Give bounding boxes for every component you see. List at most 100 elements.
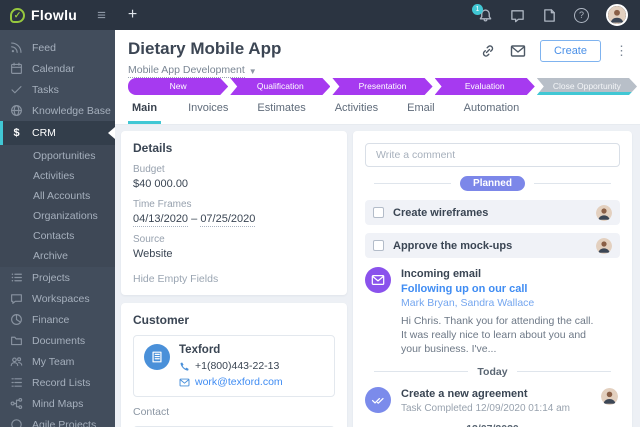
sidebar-item-opportunities[interactable]: Opportunities: [0, 146, 115, 166]
sidebar-item-tasks[interactable]: Tasks: [0, 79, 115, 100]
sidebar-item-label: Organizations: [33, 210, 98, 222]
topbar: ✓ Flowlu ≡ + 1 ?: [0, 0, 640, 30]
source-value[interactable]: Website: [133, 248, 335, 260]
email-recipients[interactable]: Mark Bryan, Sandra Wallace: [401, 297, 620, 309]
sidebar-item-documents[interactable]: Documents: [0, 330, 115, 351]
assignee-avatar: [596, 238, 612, 254]
menu-toggle-icon[interactable]: ≡: [97, 7, 106, 24]
user-avatar[interactable]: [606, 4, 628, 26]
sidebar-item-label: Agile Projects: [32, 419, 96, 427]
sidebar-item-crm[interactable]: $ CRM: [0, 121, 115, 145]
company-phone-row: +1(800)443-22-13: [179, 360, 283, 372]
sidebar-item-my-team[interactable]: My Team: [0, 351, 115, 372]
flowlu-logo-icon: ✓: [10, 8, 25, 23]
planned-badge: Planned: [460, 176, 525, 191]
sales-pipeline: New Qualification Presentation Evaluatio…: [128, 78, 637, 95]
help-icon[interactable]: ?: [574, 8, 589, 23]
email-type-label: Incoming email: [401, 267, 620, 280]
sidebar-item-label: Archive: [33, 250, 68, 262]
messenger-icon[interactable]: [510, 8, 525, 23]
email-feed-item: Incoming email Following up on our call …: [365, 267, 620, 357]
tab-activities[interactable]: Activities: [333, 97, 380, 124]
tab-email[interactable]: Email: [405, 97, 437, 124]
sidebar-item-record-lists[interactable]: Record Lists: [0, 372, 115, 393]
email-icon: [179, 377, 190, 388]
end-date[interactable]: 07/25/2020: [200, 213, 255, 227]
task-title: Approve the mock-ups: [393, 240, 587, 252]
sidebar-item-workspaces[interactable]: Workspaces: [0, 288, 115, 309]
sidebar-item-label: Opportunities: [33, 150, 95, 162]
sidebar-item-agile-projects[interactable]: Agile Projects: [0, 414, 115, 427]
start-date[interactable]: 04/13/2020: [133, 213, 188, 227]
task-feed-item: Create a new agreement Task Completed 12…: [365, 387, 620, 414]
sidebar-item-calendar[interactable]: Calendar: [0, 58, 115, 79]
quick-add-button[interactable]: +: [128, 6, 137, 24]
sidebar: Feed Calendar Tasks Knowledge Base $CRM …: [0, 30, 115, 427]
pipeline-selector-label: Mobile App Development: [128, 64, 245, 78]
flowlu-logo[interactable]: ✓ Flowlu: [10, 7, 77, 23]
customer-card: Customer Texford +1(800)443-22-13 work@t…: [121, 303, 347, 427]
sidebar-item-finance[interactable]: Finance: [0, 309, 115, 330]
send-email-icon[interactable]: [510, 43, 526, 59]
company-phone[interactable]: +1(800)443-22-13: [195, 360, 279, 372]
date-divider: 12/07/2020: [365, 423, 620, 427]
dollar-icon: $: [10, 127, 23, 139]
sidebar-item-label: All Accounts: [33, 190, 90, 202]
comment-input[interactable]: [365, 143, 620, 167]
tab-automation[interactable]: Automation: [462, 97, 522, 124]
documents-icon[interactable]: [542, 8, 557, 23]
company-name[interactable]: Texford: [179, 344, 283, 356]
sidebar-item-archive[interactable]: Archive: [0, 246, 115, 266]
tab-invoices[interactable]: Invoices: [186, 97, 230, 124]
sidebar-item-label: Tasks: [32, 84, 59, 96]
stage-new[interactable]: New: [128, 78, 228, 95]
sidebar-item-contacts[interactable]: Contacts: [0, 226, 115, 246]
stage-presentation[interactable]: Presentation: [332, 78, 432, 95]
actor-avatar: [601, 388, 618, 405]
sidebar-item-mind-maps[interactable]: Mind Maps: [0, 393, 115, 414]
today-divider: Today: [365, 366, 620, 378]
task-link[interactable]: Create a new agreement: [401, 388, 528, 400]
flowlu-logo-text: Flowlu: [31, 7, 77, 23]
planned-task-row[interactable]: Create wireframes: [365, 200, 620, 225]
task-checkbox[interactable]: [373, 240, 384, 251]
task-checkbox[interactable]: [373, 207, 384, 218]
pipeline-selector[interactable]: Mobile App Development ▼: [128, 64, 257, 78]
sidebar-item-organizations[interactable]: Organizations: [0, 206, 115, 226]
company-email[interactable]: work@texford.com: [195, 376, 283, 388]
stage-close-opportunity[interactable]: Close Opportunity: [537, 78, 637, 95]
sidebar-item-label: CRM: [32, 127, 56, 139]
budget-value[interactable]: $40 000.00: [133, 178, 335, 190]
sidebar-item-label: Activities: [33, 170, 74, 182]
create-button[interactable]: Create: [540, 40, 601, 62]
copy-link-icon[interactable]: [480, 43, 496, 59]
chevron-down-icon: ▼: [249, 67, 257, 76]
contact-section-label: Contact: [133, 406, 335, 418]
budget-label: Budget: [133, 164, 335, 175]
sidebar-item-all-accounts[interactable]: All Accounts: [0, 186, 115, 206]
planned-task-row[interactable]: Approve the mock-ups: [365, 233, 620, 258]
timeframes-label: Time Frames: [133, 199, 335, 210]
hide-empty-fields-link[interactable]: Hide Empty Fields: [133, 273, 335, 285]
tab-main[interactable]: Main: [128, 97, 161, 124]
sidebar-item-label: Workspaces: [32, 293, 90, 305]
sidebar-item-projects[interactable]: Projects: [0, 267, 115, 288]
sidebar-item-knowledge-base[interactable]: Knowledge Base: [0, 100, 115, 121]
email-subject-link[interactable]: Following up on our call: [401, 283, 528, 295]
notifications-bell-icon[interactable]: 1: [478, 8, 493, 23]
company-item[interactable]: Texford +1(800)443-22-13 work@texford.co…: [133, 335, 335, 397]
stage-qualification[interactable]: Qualification: [230, 78, 330, 95]
sidebar-item-feed[interactable]: Feed: [0, 37, 115, 58]
timeframes-value: 04/13/2020 – 07/25/2020: [133, 213, 335, 225]
tab-estimates[interactable]: Estimates: [255, 97, 307, 124]
sidebar-item-label: My Team: [32, 356, 74, 368]
customer-title: Customer: [133, 313, 335, 327]
company-email-row: work@texford.com: [179, 376, 283, 388]
sidebar-item-activities[interactable]: Activities: [0, 166, 115, 186]
more-options-icon[interactable]: ⋮: [615, 43, 628, 59]
page-title: Dietary Mobile App: [128, 39, 281, 59]
sidebar-item-label: Record Lists: [32, 377, 90, 389]
planned-divider: Planned: [365, 176, 620, 191]
sidebar-item-label: Contacts: [33, 230, 74, 242]
stage-evaluation[interactable]: Evaluation: [435, 78, 535, 95]
